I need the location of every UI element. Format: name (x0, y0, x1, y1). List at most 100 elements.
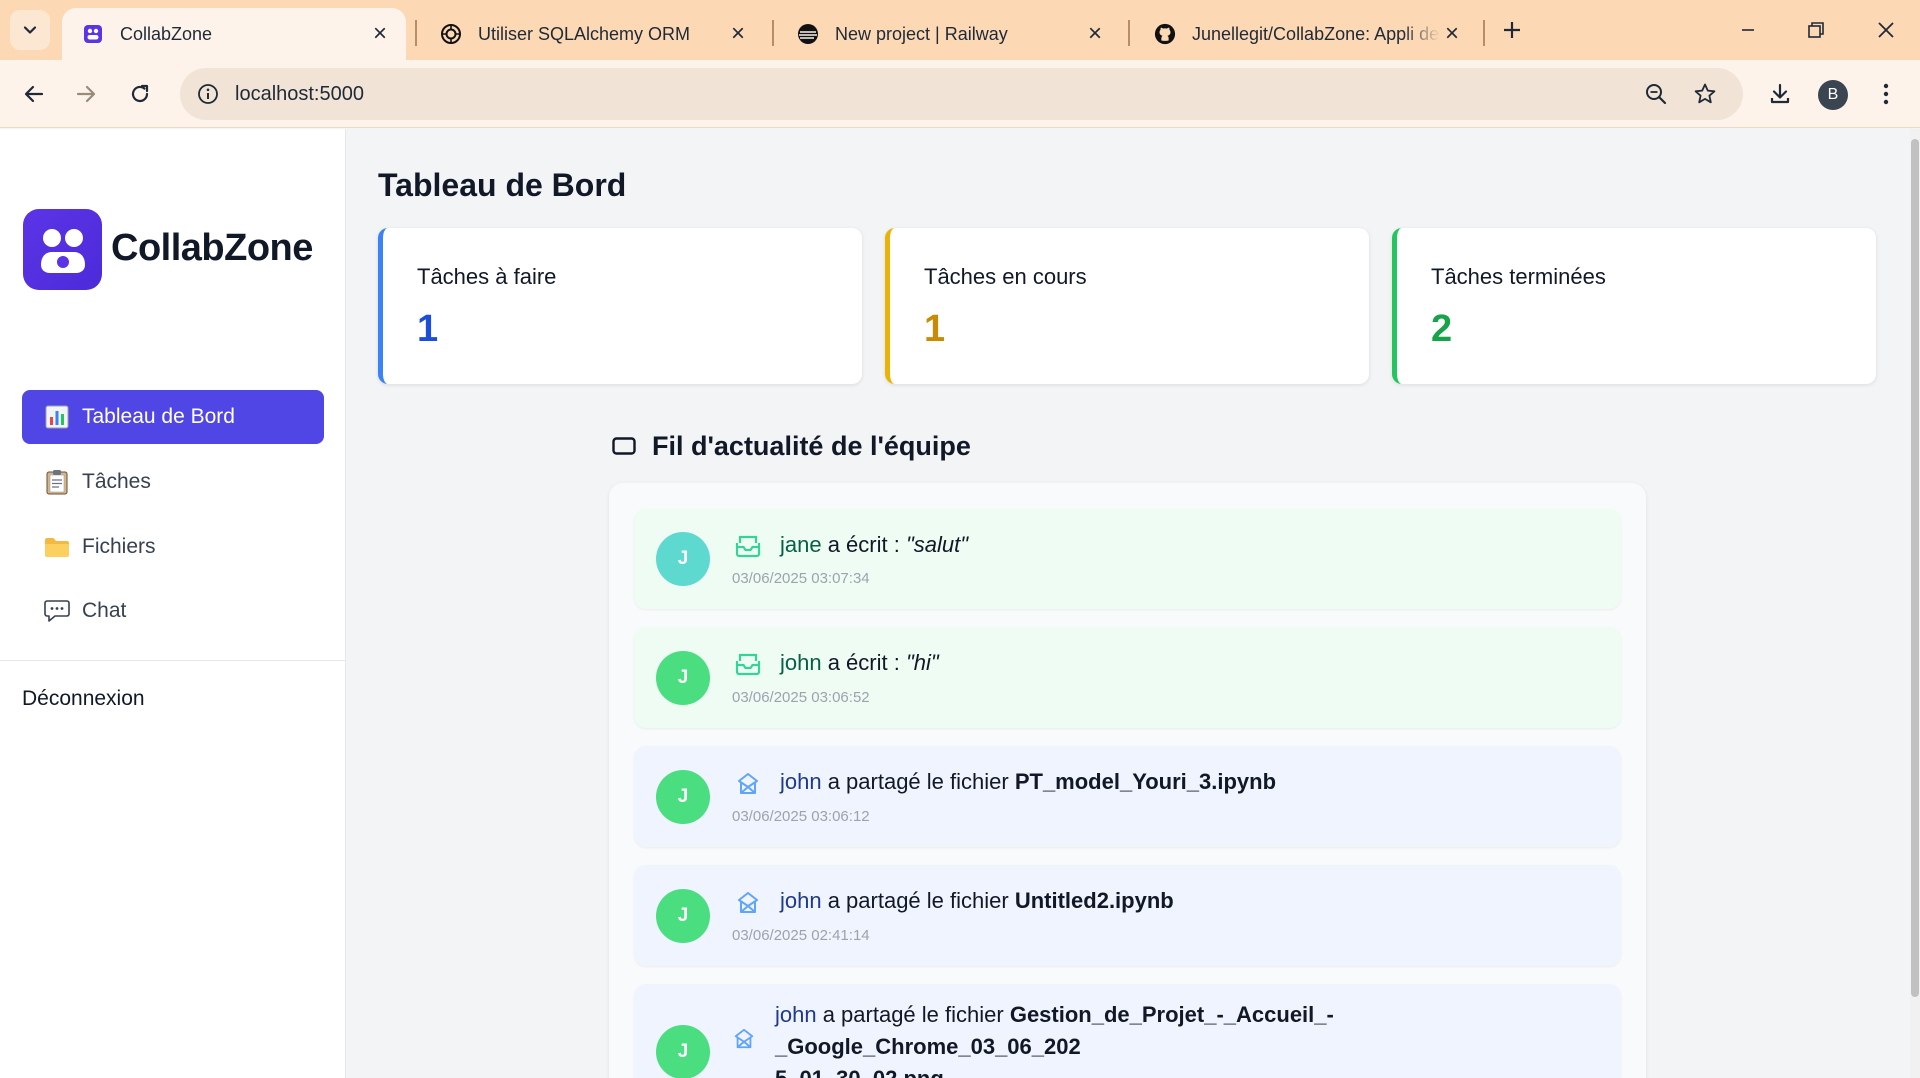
reload-icon (131, 84, 149, 103)
feed-action: a écrit : (821, 650, 906, 675)
tab-title: Utiliser SQLAlchemy ORM (478, 23, 691, 44)
tab-title: New project | Railway (835, 23, 1008, 44)
feed-item-text: john a écrit : "hi" (780, 647, 939, 679)
tab-title: CollabZone (120, 23, 213, 44)
file-share-icon (734, 771, 762, 797)
file-share-icon (730, 1026, 758, 1052)
feed-user-link[interactable]: john (780, 769, 822, 794)
avatar: J (656, 651, 710, 705)
forward-button[interactable] (66, 74, 106, 114)
logout-link[interactable]: Déconnexion (22, 687, 145, 711)
feed-item-text: jane a écrit : "salut" (780, 529, 968, 561)
sidebar-item-dashboard[interactable]: Tableau de Bord (22, 390, 324, 444)
browser-tab-bar: CollabZone × Utiliser SQLAlchemy ORM × N… (0, 0, 1920, 60)
stat-card-in-progress: Tâches en cours 1 (885, 228, 1369, 384)
sidebar-item-label: Tâches (82, 470, 151, 493)
minimize-button[interactable] (1728, 14, 1768, 46)
feed-item: J john a partagé le fichier Untitled2.ip… (634, 865, 1621, 966)
stat-label: Tâches à faire (417, 264, 557, 289)
feed-message: "salut" (905, 532, 969, 557)
restore-button[interactable] (1796, 14, 1836, 46)
sidebar: CollabZone Tableau de Bord Tâches Fichie… (0, 129, 346, 1078)
feed-file-link-continued[interactable]: 5_01_30_02.png (775, 1066, 944, 1078)
tab-github[interactable]: Junellegit/CollabZone: Appli de × (1134, 8, 1478, 60)
close-window-button[interactable] (1866, 14, 1906, 46)
feed-item: J jane a écrit : "salut" 03/06/2025 03:0… (634, 509, 1621, 609)
feed-file-link[interactable]: Untitled2.ipynb (1015, 888, 1174, 913)
feed-timestamp: 03/06/2025 03:06:52 (732, 689, 870, 706)
stat-value: 1 (924, 308, 946, 350)
sidebar-item-files[interactable]: Fichiers (22, 520, 324, 574)
feed-user-link[interactable]: jane (780, 532, 822, 557)
browser-toolbar: localhost:5000 B (0, 60, 1920, 128)
stat-card-done: Tâches terminées 2 (1392, 228, 1876, 384)
feed-timestamp: 03/06/2025 03:07:34 (732, 570, 870, 587)
profile-avatar[interactable]: B (1818, 80, 1848, 110)
star-icon[interactable] (1691, 80, 1719, 108)
main-content: Tableau de Bord Tâches à faire 1 Tâches … (347, 129, 1903, 1078)
message-icon (734, 651, 762, 677)
reload-button[interactable] (120, 74, 160, 114)
new-tab-button[interactable] (1496, 14, 1528, 46)
tab-search-button[interactable] (10, 10, 50, 50)
minimize-icon (1742, 29, 1754, 31)
feed-user-link[interactable]: john (780, 650, 822, 675)
tab-title: Junellegit/CollabZone: Appli de (1192, 23, 1440, 44)
sidebar-item-label: Tableau de Bord (82, 405, 235, 428)
site-info-icon[interactable] (194, 80, 222, 108)
openai-icon (440, 23, 462, 45)
feed-heading-text: Fil d'actualité de l'équipe (652, 431, 971, 461)
feed-item: J john a partagé le fichier PT_model_You… (634, 746, 1621, 847)
avatar: J (656, 532, 710, 586)
close-icon[interactable]: × (1440, 20, 1464, 47)
avatar: J (656, 889, 710, 943)
activity-feed: J jane a écrit : "salut" 03/06/2025 03:0… (609, 483, 1646, 1078)
stat-label: Tâches terminées (1431, 264, 1606, 289)
stat-card-todo: Tâches à faire 1 (378, 228, 862, 384)
stat-label: Tâches en cours (924, 264, 1087, 289)
tab-sqlalchemy[interactable]: Utiliser SQLAlchemy ORM × (420, 8, 764, 60)
tab-separator (772, 20, 774, 46)
back-button[interactable] (14, 74, 54, 114)
feed-item: J john a partagé le fichier Gestion_de_P… (634, 984, 1621, 1078)
close-icon (1878, 22, 1894, 38)
arrow-left-icon (24, 85, 44, 103)
avatar: J (656, 770, 710, 824)
feed-file-link[interactable]: PT_model_Youri_3.ipynb (1015, 769, 1276, 794)
feed-user-link[interactable]: john (775, 1002, 817, 1027)
feed-timestamp: 03/06/2025 02:41:14 (732, 927, 870, 944)
collabzone-icon (82, 23, 104, 45)
github-icon (1154, 23, 1176, 45)
restore-icon (1808, 22, 1824, 38)
chart-icon (44, 404, 70, 430)
page-scrollbar[interactable] (1910, 129, 1920, 1078)
feed-timestamp: 03/06/2025 03:06:12 (732, 808, 870, 825)
sidebar-item-chat[interactable]: Chat (22, 584, 324, 638)
download-icon (1770, 83, 1790, 104)
kebab-menu-icon (1883, 83, 1889, 105)
railway-icon (797, 23, 819, 45)
feed-item-text: john a partagé le fichier PT_model_Youri… (780, 766, 1276, 798)
downloads-button[interactable] (1760, 74, 1800, 114)
sidebar-item-label: Chat (82, 599, 127, 622)
sidebar-divider (0, 660, 346, 661)
tab-railway[interactable]: New project | Railway × (777, 8, 1121, 60)
address-bar[interactable]: localhost:5000 (180, 68, 1743, 120)
feed-user-link[interactable]: john (780, 888, 822, 913)
chat-icon (44, 598, 70, 624)
stat-value: 2 (1431, 308, 1453, 350)
scrollbar-thumb[interactable] (1911, 139, 1919, 997)
page-title: Tableau de Bord (378, 167, 627, 203)
close-icon[interactable]: × (1083, 20, 1107, 47)
sidebar-item-tasks[interactable]: Tâches (22, 455, 324, 509)
clipboard-icon (44, 469, 70, 495)
page-viewport: CollabZone Tableau de Bord Tâches Fichie… (0, 129, 1920, 1078)
tab-collabzone[interactable]: CollabZone × (62, 8, 406, 60)
feed-action: a partagé le fichier (821, 769, 1015, 794)
close-icon[interactable]: × (726, 20, 750, 47)
feed-item: J john a écrit : "hi" 03/06/2025 03:06:5… (634, 627, 1621, 728)
url-text[interactable]: localhost:5000 (235, 83, 364, 106)
zoom-icon[interactable] (1642, 80, 1670, 108)
menu-button[interactable] (1866, 74, 1906, 114)
close-icon[interactable]: × (368, 20, 392, 47)
